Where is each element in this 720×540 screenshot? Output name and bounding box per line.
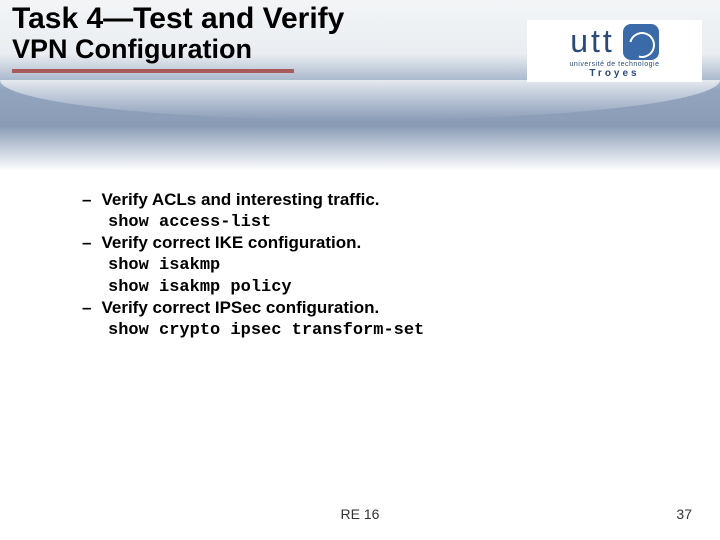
header-area: Task 4—Test and Verify VPN Configuration… [0, 0, 720, 180]
title-underline [12, 69, 294, 73]
bullet-item: – Verify correct IPSec configuration. [82, 298, 642, 318]
logo-subtitle: université de technologie [570, 61, 660, 68]
bullet-item: – Verify correct IKE configuration. [82, 233, 642, 253]
bullet-dash: – [82, 190, 91, 210]
footer-code: RE 16 [0, 506, 720, 522]
content-area: – Verify ACLs and interesting traffic. s… [82, 190, 642, 341]
title-block: Task 4—Test and Verify VPN Configuration [12, 2, 344, 73]
logo-city: Troyes [589, 68, 639, 79]
bullet-item: – Verify ACLs and interesting traffic. [82, 190, 642, 210]
bullet-dash: – [82, 298, 91, 318]
logo-text: utt [570, 23, 615, 60]
command-text: show isakmp policy [108, 277, 642, 298]
logo-globe-icon [623, 24, 659, 60]
bullet-label: Verify correct IPSec configuration. [101, 298, 379, 318]
bullet-label: Verify correct IKE configuration. [101, 233, 361, 253]
title-line-2: VPN Configuration [12, 34, 344, 65]
command-text: show access-list [108, 212, 642, 233]
bullet-dash: – [82, 233, 91, 253]
logo-top-row: utt [570, 23, 659, 60]
bullet-label: Verify ACLs and interesting traffic. [101, 190, 379, 210]
utt-logo: utt université de technologie Troyes [527, 20, 702, 82]
command-text: show crypto ipsec transform-set [108, 320, 642, 341]
page-number: 37 [676, 506, 692, 522]
title-line-1: Task 4—Test and Verify [12, 2, 344, 36]
command-text: show isakmp [108, 255, 642, 276]
